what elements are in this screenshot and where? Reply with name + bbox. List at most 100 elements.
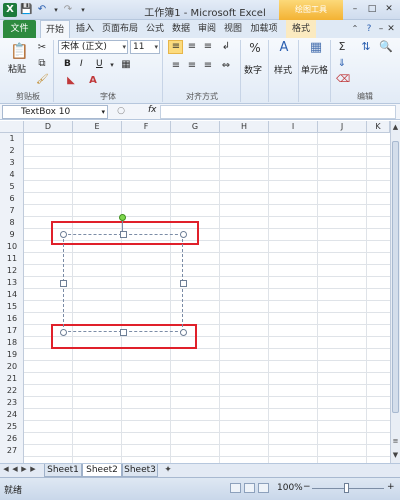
scroll-thumb[interactable] <box>392 141 399 413</box>
workbook-minimize-icon[interactable]: – <box>376 20 386 38</box>
scroll-up-icon[interactable]: ▲ <box>391 123 400 131</box>
save-icon[interactable]: 💾 <box>20 3 32 17</box>
minimize-icon[interactable]: – <box>348 3 362 16</box>
zoom-out-button[interactable]: − <box>303 482 311 492</box>
row-header[interactable]: 22 <box>0 385 24 397</box>
borders-icon[interactable]: ▦ <box>120 59 132 71</box>
bold-button[interactable]: B <box>64 59 71 69</box>
row-header[interactable]: 19 <box>0 349 24 361</box>
resize-handle-top-left[interactable] <box>60 231 67 238</box>
align-center-icon[interactable]: ≡ <box>186 60 198 72</box>
normal-view-icon[interactable] <box>230 483 241 493</box>
tab-addins[interactable]: 加载项 <box>248 20 280 38</box>
tab-file[interactable]: 文件 <box>3 20 36 38</box>
row-header[interactable]: 15 <box>0 301 24 313</box>
column-header[interactable]: H <box>220 121 269 133</box>
font-size-dropdown[interactable]: 11 ▾ <box>130 40 160 54</box>
row-header[interactable]: 26 <box>0 433 24 445</box>
resize-handle-bottom-left[interactable] <box>60 329 67 336</box>
resize-handle-bottom[interactable] <box>120 329 127 336</box>
tab-format[interactable]: 格式 <box>286 20 316 38</box>
tab-formulas[interactable]: 公式 <box>143 20 167 38</box>
align-middle-icon[interactable]: ≡ <box>186 41 198 53</box>
format-painter-icon[interactable]: 🖌 <box>36 74 49 86</box>
minimize-ribbon-icon[interactable]: ⌃ <box>350 20 360 38</box>
prev-sheet-icon[interactable]: ◀ <box>11 465 19 473</box>
tab-home[interactable]: 开始 <box>40 20 70 38</box>
undo-dropdown-icon[interactable]: ▾ <box>52 3 60 17</box>
italic-button[interactable]: I <box>80 59 83 69</box>
zoom-level[interactable]: 100% <box>277 483 303 493</box>
row-header[interactable]: 13 <box>0 277 24 289</box>
expand-name-box-icon[interactable]: ○ <box>116 105 126 117</box>
close-icon[interactable]: ✕ <box>382 3 396 16</box>
next-sheet-icon[interactable]: ▶ <box>20 465 28 473</box>
row-header[interactable]: 2 <box>0 145 24 157</box>
row-header[interactable]: 12 <box>0 265 24 277</box>
row-header[interactable]: 27 <box>0 445 24 457</box>
cells-icon[interactable]: ▦ <box>308 41 324 54</box>
selected-text-box[interactable] <box>60 231 187 336</box>
resize-handle-top-right[interactable] <box>180 231 187 238</box>
row-header[interactable]: 17 <box>0 325 24 337</box>
row-header[interactable]: 16 <box>0 313 24 325</box>
row-header[interactable]: 3 <box>0 157 24 169</box>
workbook-close-icon[interactable]: ✕ <box>386 20 396 38</box>
sheet-tab-sheet2[interactable]: Sheet2 <box>82 464 122 477</box>
font-name-dropdown[interactable]: 宋体 (正文) ▾ <box>58 40 128 54</box>
sheet-tab-sheet3[interactable]: Sheet3 <box>122 464 158 477</box>
sheet-tab-sheet1[interactable]: Sheet1 <box>44 464 82 477</box>
column-header[interactable]: E <box>73 121 122 133</box>
styles-icon[interactable]: A <box>276 41 292 54</box>
row-header[interactable]: 4 <box>0 169 24 181</box>
percent-icon[interactable]: % <box>246 42 264 54</box>
undo-icon[interactable]: ↶ <box>36 3 48 17</box>
align-bottom-icon[interactable]: ≡ <box>202 41 214 53</box>
page-break-view-icon[interactable] <box>258 483 269 493</box>
fill-color-icon[interactable]: ◣ <box>64 75 78 87</box>
column-header[interactable]: I <box>269 121 318 133</box>
zoom-in-button[interactable]: + <box>387 482 395 492</box>
formula-input[interactable] <box>160 105 396 119</box>
name-box[interactable]: TextBox 10 ▾ <box>2 105 108 119</box>
row-header[interactable]: 23 <box>0 397 24 409</box>
wrap-text-icon[interactable]: ↲ <box>220 41 232 53</box>
row-header[interactable]: 14 <box>0 289 24 301</box>
select-all-corner[interactable] <box>0 121 24 133</box>
find-select-icon[interactable]: 🔍 <box>378 41 394 53</box>
insert-sheet-icon[interactable]: ✦ <box>162 465 174 475</box>
merge-center-icon[interactable]: ⇔ <box>220 60 232 72</box>
insert-function-button[interactable]: fx <box>148 105 157 115</box>
row-header[interactable]: 6 <box>0 193 24 205</box>
resize-handle-bottom-right[interactable] <box>180 329 187 336</box>
excel-app-icon[interactable]: X <box>3 3 17 17</box>
sort-filter-icon[interactable]: ⇅ <box>358 41 374 53</box>
row-header[interactable]: 24 <box>0 409 24 421</box>
column-header[interactable]: D <box>24 121 73 133</box>
resize-handle-left[interactable] <box>60 280 67 287</box>
resize-handle-right[interactable] <box>180 280 187 287</box>
autosum-icon[interactable]: Σ <box>336 41 348 53</box>
number-format-button[interactable]: 数字 <box>244 63 262 76</box>
tab-view[interactable]: 视图 <box>221 20 245 38</box>
row-header[interactable]: 10 <box>0 241 24 253</box>
cells-button[interactable]: 单元格 <box>301 63 328 76</box>
row-header[interactable]: 1 <box>0 133 24 145</box>
column-header[interactable]: G <box>171 121 220 133</box>
split-icon[interactable]: ≡ <box>391 437 400 445</box>
scroll-down-icon[interactable]: ▼ <box>391 451 400 459</box>
tab-data[interactable]: 数据 <box>169 20 193 38</box>
row-header[interactable]: 5 <box>0 181 24 193</box>
cut-icon[interactable]: ✂ <box>36 42 48 54</box>
last-sheet-icon[interactable]: ▶ <box>29 465 37 473</box>
page-layout-view-icon[interactable] <box>244 483 255 493</box>
customize-toolbar-icon[interactable]: ▾ <box>78 3 88 17</box>
row-header[interactable]: 11 <box>0 253 24 265</box>
row-header[interactable]: 20 <box>0 361 24 373</box>
row-header[interactable]: 9 <box>0 229 24 241</box>
first-sheet-icon[interactable]: ◀ <box>2 465 10 473</box>
paste-button[interactable]: 📋 粘贴 <box>6 42 32 75</box>
vertical-scrollbar[interactable]: ▲ ≡ ▼ <box>390 121 400 463</box>
underline-dropdown-icon[interactable]: ▾ <box>108 59 116 71</box>
row-header[interactable]: 25 <box>0 421 24 433</box>
